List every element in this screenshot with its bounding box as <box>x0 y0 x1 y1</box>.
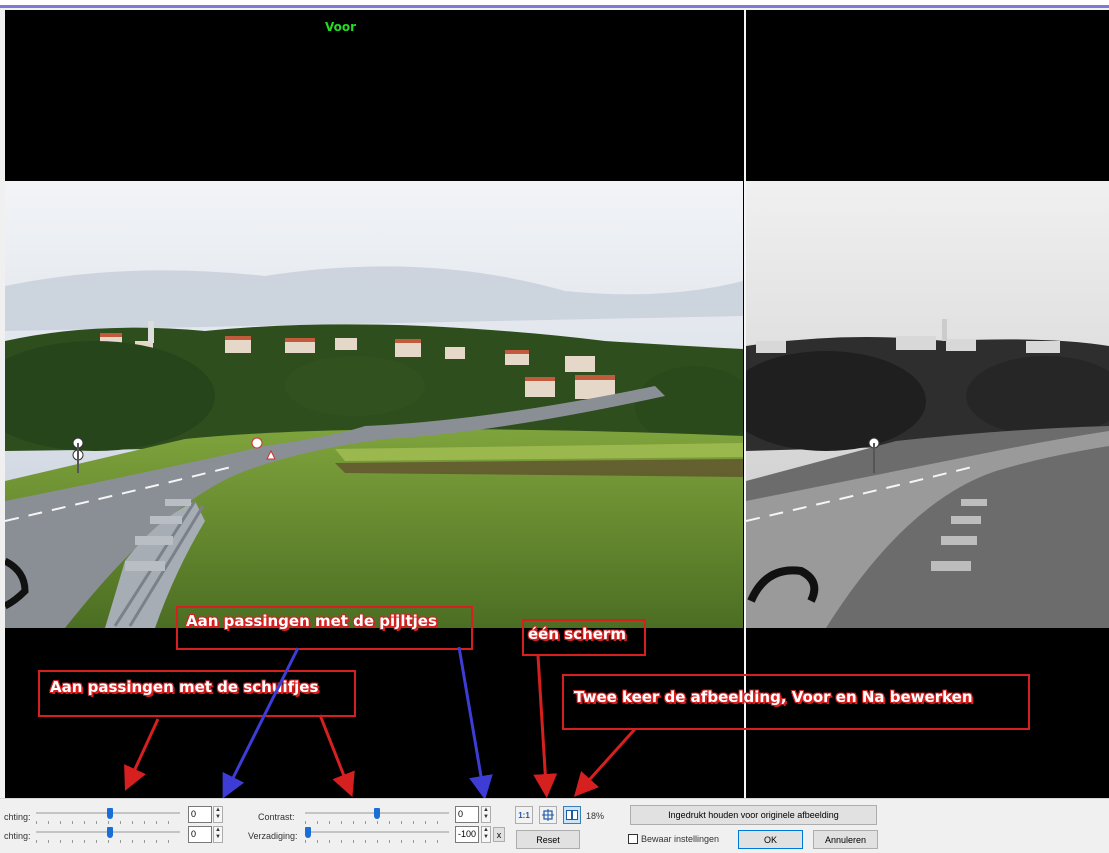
row2-label: chting: <box>4 831 31 841</box>
contrast-spinner[interactable]: ▲ ▼ <box>481 806 491 823</box>
fit-icon-glyph <box>542 809 554 821</box>
ok-button[interactable]: OK <box>738 830 803 849</box>
annotation-arrows: Aan passingen met de pijltjes <box>176 606 473 650</box>
row1-label: chting: <box>4 812 31 822</box>
window-top-edge <box>0 0 1109 8</box>
annotation-sliders: Aan passingen met de schuifjes <box>38 670 356 717</box>
contrast-value-field[interactable]: 0 <box>455 806 479 823</box>
saturation-value-field[interactable]: -100 <box>455 826 479 843</box>
row2-spinner[interactable]: ▲ ▼ <box>213 826 223 843</box>
reset-button[interactable]: Reset <box>516 830 580 849</box>
annotation-two-images: Twee keer de afbeelding, Voor en Na bewe… <box>562 674 1030 730</box>
saturation-slider[interactable] <box>305 827 449 843</box>
before-image <box>5 181 743 628</box>
after-image <box>746 181 1109 628</box>
save-settings-checkbox[interactable] <box>628 834 638 844</box>
saturation-spinner[interactable]: ▲ ▼ <box>481 826 491 843</box>
row1-slider[interactable] <box>36 808 180 824</box>
zoom-percent: 18% <box>586 811 605 821</box>
adjustment-panel: chting: 0 ▲ ▼ chting: 0 ▲ ▼ Contrast: 0 ▲ ▼… <box>0 798 1109 853</box>
contrast-label: Contrast: <box>258 812 295 822</box>
fit-icon[interactable] <box>539 806 557 824</box>
row1-value-field[interactable]: 0 <box>188 806 212 823</box>
saturation-label: Verzadiging: <box>248 831 298 841</box>
split-view-icon-glyph <box>566 810 578 820</box>
cancel-button[interactable]: Annuleren <box>813 830 878 849</box>
hold-original-button[interactable]: Ingedrukt houden voor originele afbeeldi… <box>630 805 877 825</box>
row1-spinner[interactable]: ▲ ▼ <box>213 806 223 823</box>
annotation-sliders-text: Aan passingen met de schuifjes <box>50 678 319 696</box>
row2-value-field[interactable]: 0 <box>188 826 212 843</box>
save-settings-label: Bewaar instellingen <box>641 834 720 844</box>
zoom-1to1-button[interactable]: 1:1 <box>515 806 533 824</box>
annotation-one-screen-text: één scherm <box>528 625 626 643</box>
contrast-slider[interactable] <box>305 808 449 824</box>
annotation-one-screen: één scherm <box>522 619 646 656</box>
split-view-icon[interactable] <box>563 806 581 824</box>
row2-slider[interactable] <box>36 827 180 843</box>
before-label: Voor <box>325 20 357 34</box>
clear-button[interactable]: x <box>493 827 505 842</box>
annotation-arrows-text: Aan passingen met de pijltjes <box>186 612 437 630</box>
annotation-two-images-text: Twee keer de afbeelding, Voor en Na bewe… <box>574 688 973 706</box>
